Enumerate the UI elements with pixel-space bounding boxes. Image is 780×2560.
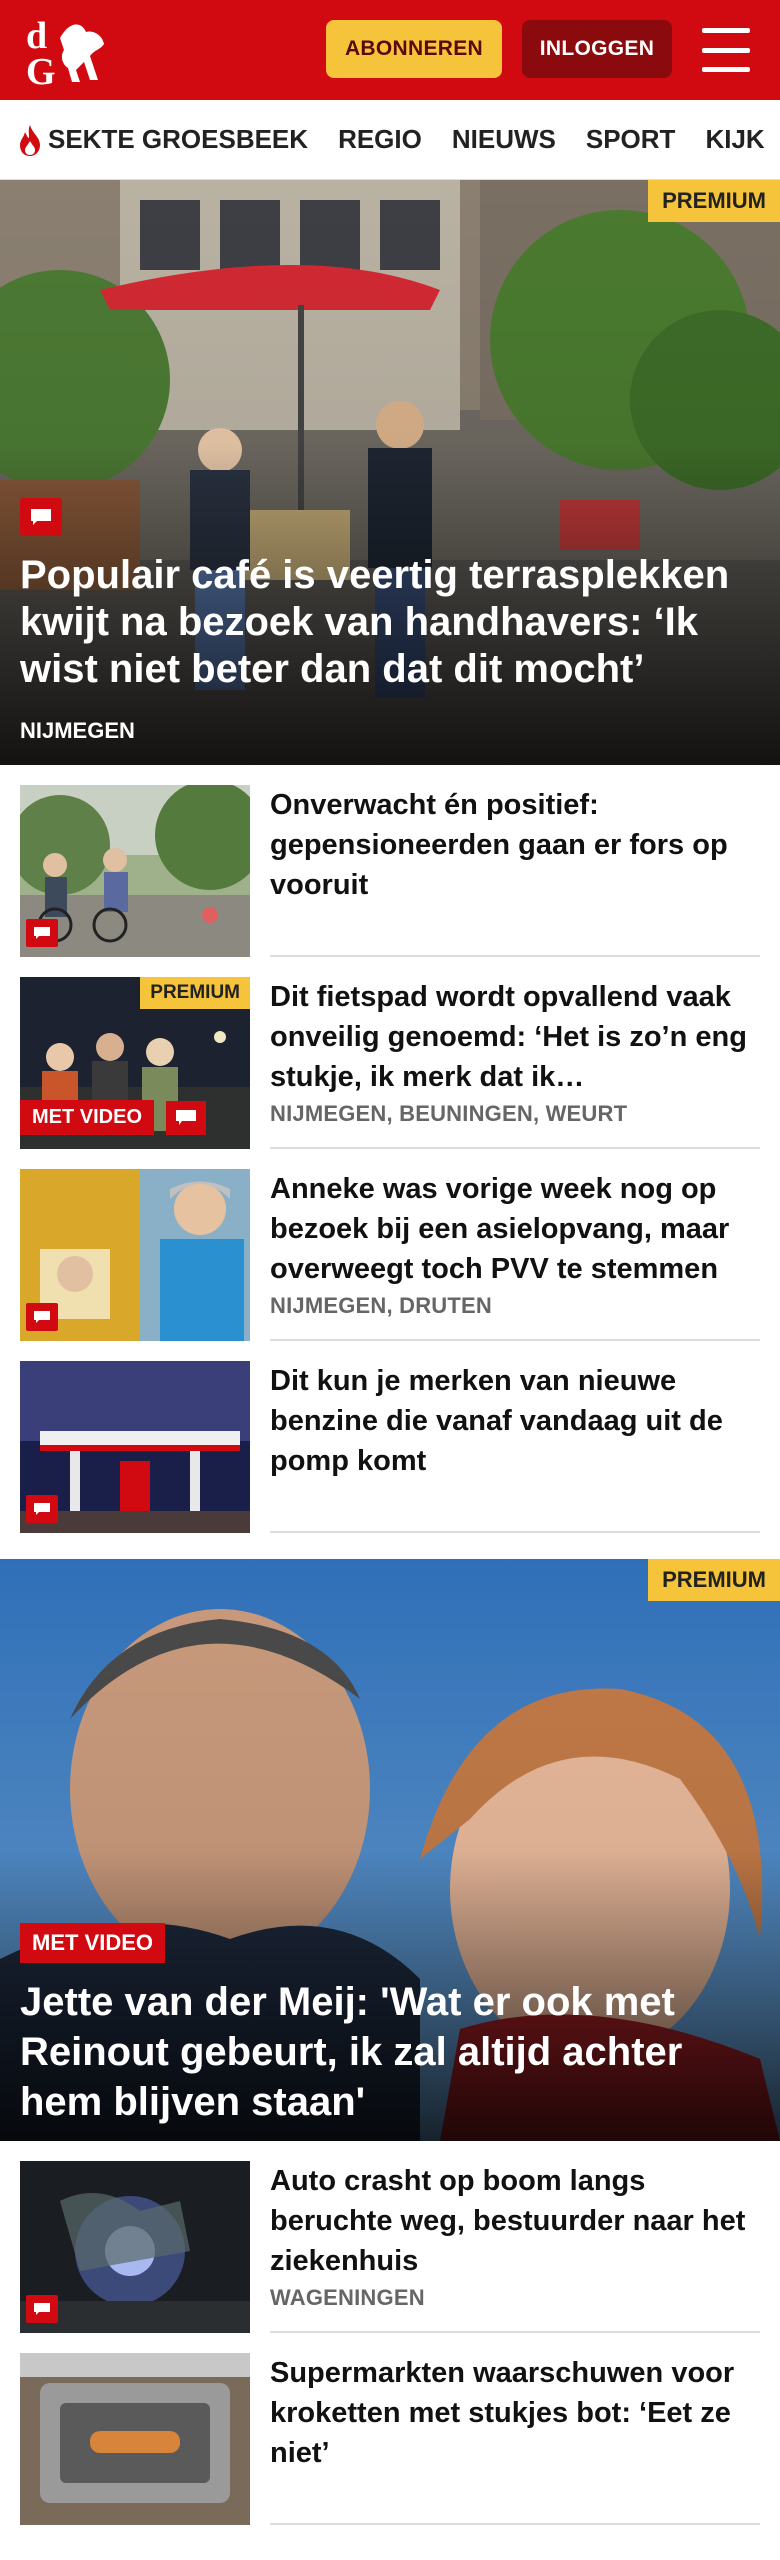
nav-item-kijk[interactable]: KIJK xyxy=(705,124,764,155)
login-button[interactable]: INLOGGEN xyxy=(522,20,672,78)
comment-icon xyxy=(26,1303,58,1331)
top-header: d G ABONNEREN INLOGGEN xyxy=(0,0,780,100)
premium-badge: PREMIUM xyxy=(648,1559,780,1601)
menu-bar xyxy=(702,67,750,72)
featured-video-article[interactable]: PREMIUM MET VIDEO Jette van der Meij: 'W… xyxy=(0,1559,780,2141)
article-thumbnail xyxy=(20,1169,250,1341)
premium-badge: PREMIUM xyxy=(140,977,250,1009)
article-thumbnail xyxy=(20,1361,250,1533)
premium-badge: PREMIUM xyxy=(648,180,780,222)
video-badge: MET VIDEO xyxy=(20,1100,155,1135)
article-list-2: Auto crasht op boom langs beruchte weg, … xyxy=(0,2141,780,2525)
article-title[interactable]: Supermarkten waarschuwen voor kroketten … xyxy=(270,2353,760,2473)
site-logo[interactable]: d G xyxy=(20,10,116,90)
article-location-tag: WAGENINGEN xyxy=(270,2285,425,2310)
featured-title[interactable]: Jette van der Meij: 'Wat er ook met Rein… xyxy=(20,1977,760,2127)
comment-icon xyxy=(26,2295,58,2323)
article-title[interactable]: Dit kun je merken van nieuwe benzine die… xyxy=(270,1361,760,1481)
hero-article[interactable]: PREMIUM Populair café is veertig terrasp… xyxy=(0,180,780,765)
article-text: Dit kun je merken van nieuwe benzine die… xyxy=(270,1361,760,1533)
logo-icon: d G xyxy=(26,15,104,90)
article-text: Supermarkten waarschuwen voor kroketten … xyxy=(270,2353,760,2525)
list-item[interactable]: Dit kun je merken van nieuwe benzine die… xyxy=(20,1341,760,1533)
subscribe-button[interactable]: ABONNEREN xyxy=(326,20,502,78)
list-item[interactable]: Supermarkten waarschuwen voor kroketten … xyxy=(20,2333,760,2525)
menu-bar xyxy=(702,28,750,33)
video-badge: MET VIDEO xyxy=(20,1923,166,1963)
nav-item-sport[interactable]: SPORT xyxy=(586,124,676,155)
nav-item-sekte-groesbeek[interactable]: SEKTE GROESBEEK xyxy=(16,123,308,157)
section-nav: SEKTE GROESBEEK REGIO NIEUWS SPORT KIJK … xyxy=(0,100,780,180)
nav-item-regio[interactable]: REGIO xyxy=(338,124,422,155)
menu-icon[interactable] xyxy=(702,28,750,72)
flame-icon xyxy=(20,124,40,156)
hero-location-tag: NIJMEGEN xyxy=(20,718,135,743)
svg-text:G: G xyxy=(26,51,56,90)
hero-title[interactable]: Populair café is veertig terrasplekken k… xyxy=(20,552,760,693)
article-thumbnail xyxy=(20,2161,250,2333)
article-title[interactable]: Anneke was vorige week nog op bezoek bij… xyxy=(270,1169,760,1289)
article-text: Dit fietspad wordt opvallend vaak onveil… xyxy=(270,977,760,1149)
article-thumbnail: PREMIUM MET VIDEO xyxy=(20,977,250,1149)
nav-item-nieuws[interactable]: NIEUWS xyxy=(452,124,556,155)
comment-icon xyxy=(26,919,58,947)
list-item[interactable]: PREMIUM MET VIDEO Dit fietspad wordt opv… xyxy=(20,957,760,1149)
list-item[interactable]: Auto crasht op boom langs beruchte weg, … xyxy=(20,2141,760,2333)
comment-icon xyxy=(20,498,62,536)
article-list: Onverwacht én positief: gepensioneerden … xyxy=(0,765,780,1533)
article-text: Anneke was vorige week nog op bezoek bij… xyxy=(270,1169,760,1341)
comment-icon xyxy=(26,1495,58,1523)
article-title[interactable]: Auto crasht op boom langs beruchte weg, … xyxy=(270,2161,760,2281)
comment-icon xyxy=(166,1101,206,1135)
article-text: Auto crasht op boom langs beruchte weg, … xyxy=(270,2161,760,2333)
menu-bar xyxy=(702,47,750,53)
article-text: Onverwacht én positief: gepensioneerden … xyxy=(270,785,760,957)
nav-label: SEKTE GROESBEEK xyxy=(48,124,309,154)
list-item[interactable]: Anneke was vorige week nog op bezoek bij… xyxy=(20,1149,760,1341)
article-location-tag: NIJMEGEN, BEUNINGEN, WEURT xyxy=(270,1101,628,1126)
article-location-tag: NIJMEGEN, DRUTEN xyxy=(270,1293,492,1318)
article-thumbnail xyxy=(20,2353,250,2525)
article-thumbnail xyxy=(20,785,250,957)
article-title[interactable]: Onverwacht én positief: gepensioneerden … xyxy=(270,785,760,905)
article-title[interactable]: Dit fietspad wordt opvallend vaak onveil… xyxy=(270,977,760,1097)
list-item[interactable]: Onverwacht én positief: gepensioneerden … xyxy=(20,765,760,957)
